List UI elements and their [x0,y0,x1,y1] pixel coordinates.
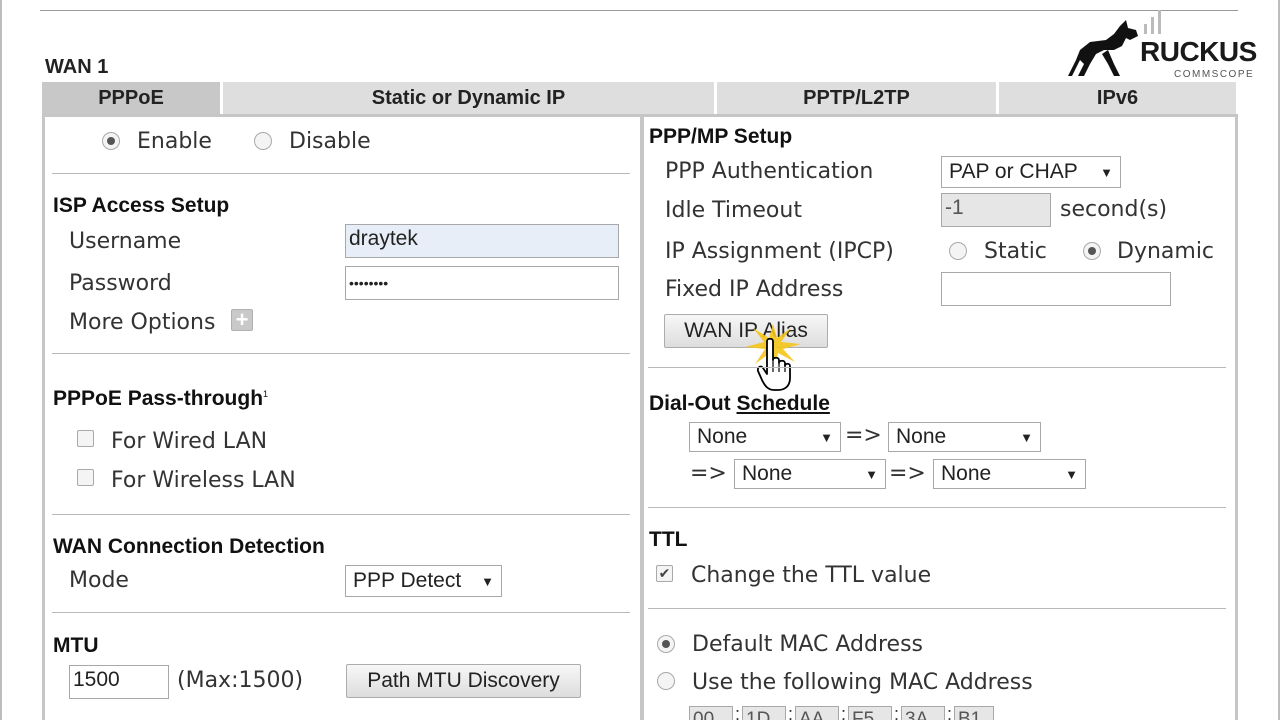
more-options-label: More Options [69,310,216,335]
disable-radio[interactable] [254,132,272,150]
section-divider [648,367,1226,368]
idle-timeout-input[interactable]: -1 [941,193,1051,227]
schedule-arrow: => [690,461,727,486]
mtu-title: MTU [53,634,99,657]
schedule-select-2[interactable]: None ▼ [888,422,1041,452]
hand-pointer-icon [757,338,791,391]
mac-colon: : [841,704,847,720]
isp-access-title: ISP Access Setup [53,194,230,217]
section-divider [648,507,1226,508]
schedule-select-value: None [697,425,748,448]
custom-mac-radio[interactable] [657,672,675,690]
chevron-down-icon: ▼ [1100,164,1113,180]
ipcp-dynamic-label: Dynamic [1117,239,1215,264]
schedule-select-value: None [742,462,793,485]
section-divider [52,514,630,515]
mode-label: Mode [69,568,129,593]
mac-colon: : [788,704,794,720]
ipcp-static-radio[interactable] [949,242,967,260]
brand-sub: COMMSCOPE [1174,69,1255,80]
idle-timeout-label: Idle Timeout [665,198,802,223]
tab-ipv6[interactable]: IPv6 [999,82,1236,114]
pppoe-passthrough-text: PPPoE Pass-through [53,387,264,410]
section-divider [52,173,630,174]
mac-octet-input[interactable]: 00 [689,706,733,720]
mac-colon: : [894,704,900,720]
footnote-marker: 1 [263,389,269,399]
mac-octet-input[interactable]: B1 [954,706,994,720]
schedule-link[interactable]: Schedule [737,392,830,415]
wired-lan-checkbox[interactable] [77,430,94,447]
wireless-lan-checkbox[interactable] [77,469,94,486]
brand-logo: RUCKUS COMMSCOPE [1066,8,1266,82]
mac-octet-input[interactable]: F5 [848,706,892,720]
chevron-down-icon: ▼ [820,429,833,445]
mac-octet-input[interactable]: 3A [901,706,945,720]
schedule-select-value: None [896,425,947,448]
top-divider [40,10,1238,11]
disable-label: Disable [289,129,371,154]
change-ttl-label: Change the TTL value [691,563,932,588]
chevron-down-icon: ▼ [865,466,878,482]
chevron-down-icon: ▼ [481,573,494,589]
password-label: Password [69,271,172,296]
schedule-arrow: => [845,423,882,448]
expand-plus-icon[interactable]: + [231,309,253,331]
section-divider [52,612,630,613]
tab-pptp-l2tp[interactable]: PPTP/L2TP [717,82,996,114]
section-divider [52,353,630,354]
username-input[interactable]: draytek [345,224,619,258]
signal-bars-icon [1144,10,1161,34]
schedule-arrow: => [889,461,926,486]
username-label: Username [69,229,182,254]
mtu-max-label: (Max:1500) [177,668,304,693]
custom-mac-label: Use the following MAC Address [692,670,1033,695]
ppp-auth-select[interactable]: PAP or CHAP ▼ [941,156,1121,188]
mac-octet-input[interactable]: AA [795,706,839,720]
tab-static-dynamic-ip[interactable]: Static or Dynamic IP [223,82,714,114]
chevron-down-icon: ▼ [1020,429,1033,445]
ppp-mp-setup-title: PPP/MP Setup [649,125,793,148]
pppoe-passthrough-title: PPPoE Pass-through1 [53,387,268,411]
ipcp-dynamic-radio[interactable] [1083,242,1101,260]
password-input[interactable]: •••••••• [345,266,619,300]
default-mac-radio[interactable] [657,635,675,653]
enable-radio[interactable] [102,132,120,150]
window-border-left [0,0,2,720]
brand-name: RUCKUS [1140,36,1257,67]
mac-colon: : [947,704,953,720]
schedule-select-4[interactable]: None ▼ [933,459,1086,489]
ip-assignment-label: IP Assignment (IPCP) [665,239,894,264]
chevron-down-icon: ▼ [1065,466,1078,482]
path-mtu-discovery-button[interactable]: Path MTU Discovery [346,664,581,698]
change-ttl-checkbox[interactable]: ✔ [656,565,673,582]
schedule-select-1[interactable]: None ▼ [689,422,841,452]
ppp-auth-label: PPP Authentication [665,159,874,184]
section-divider [648,608,1226,609]
detection-mode-value: PPP Detect [353,569,462,592]
dog-logo-icon [1068,20,1138,76]
idle-timeout-unit: second(s) [1060,197,1168,222]
mac-colon: : [735,704,741,720]
panel-divider [640,117,644,720]
fixed-ip-input[interactable] [941,272,1171,306]
ttl-title: TTL [649,528,688,551]
tab-pppoe[interactable]: PPPoE [42,82,220,114]
detection-mode-select[interactable]: PPP Detect ▼ [345,565,502,597]
schedule-select-value: None [941,462,992,485]
fixed-ip-label: Fixed IP Address [665,277,844,302]
default-mac-label: Default MAC Address [692,632,923,657]
wired-lan-label: For Wired LAN [111,429,268,454]
ipcp-static-label: Static [984,239,1047,264]
mac-octet-input[interactable]: 1D [742,706,786,720]
mtu-input[interactable]: 1500 [69,665,169,699]
wireless-lan-label: For Wireless LAN [111,468,296,493]
wan-detection-title: WAN Connection Detection [53,535,325,558]
ppp-auth-value: PAP or CHAP [949,160,1078,183]
page-title: WAN 1 [45,56,109,78]
schedule-select-3[interactable]: None ▼ [734,459,886,489]
enable-label: Enable [137,129,212,154]
dial-out-title: Dial-Out Schedule [649,392,830,416]
dial-out-text: Dial-Out [649,392,731,415]
